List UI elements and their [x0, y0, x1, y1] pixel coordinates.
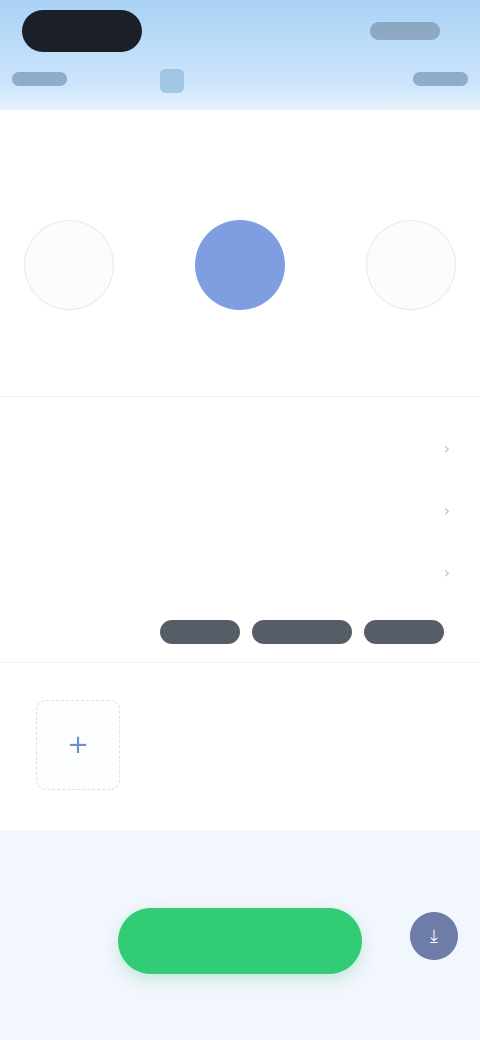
header-title-icon [160, 69, 184, 93]
chevron-right-icon: › [443, 562, 451, 582]
choice-option-selected[interactable] [195, 220, 285, 310]
status-indicators [370, 22, 440, 40]
chevron-right-icon: › [443, 500, 451, 520]
divider [0, 396, 480, 397]
header-title-group [160, 66, 196, 96]
segmented-selector [160, 614, 450, 650]
primary-submit-button[interactable] [118, 908, 362, 974]
header-left-action[interactable] [12, 72, 67, 86]
plus-icon: + [67, 730, 89, 760]
settings-row-4 [24, 614, 144, 654]
header-right-action[interactable] [413, 72, 468, 86]
settings-row-3[interactable]: › [24, 552, 456, 592]
floating-action-button[interactable]: ⤓ [410, 912, 458, 960]
status-bar-pill [22, 10, 142, 52]
choice-option-left[interactable] [24, 220, 114, 310]
chevron-right-icon: › [443, 438, 451, 458]
add-attachment-button[interactable]: + [36, 700, 120, 790]
download-icon: ⤓ [430, 925, 438, 947]
segment-option-3[interactable] [364, 620, 444, 644]
settings-row-1[interactable]: › [24, 428, 456, 468]
segment-option-1[interactable] [160, 620, 240, 644]
segment-option-2[interactable] [252, 620, 352, 644]
top-header [0, 0, 480, 110]
divider [0, 662, 480, 663]
choice-option-right[interactable] [366, 220, 456, 310]
settings-row-2[interactable]: › [24, 490, 456, 530]
